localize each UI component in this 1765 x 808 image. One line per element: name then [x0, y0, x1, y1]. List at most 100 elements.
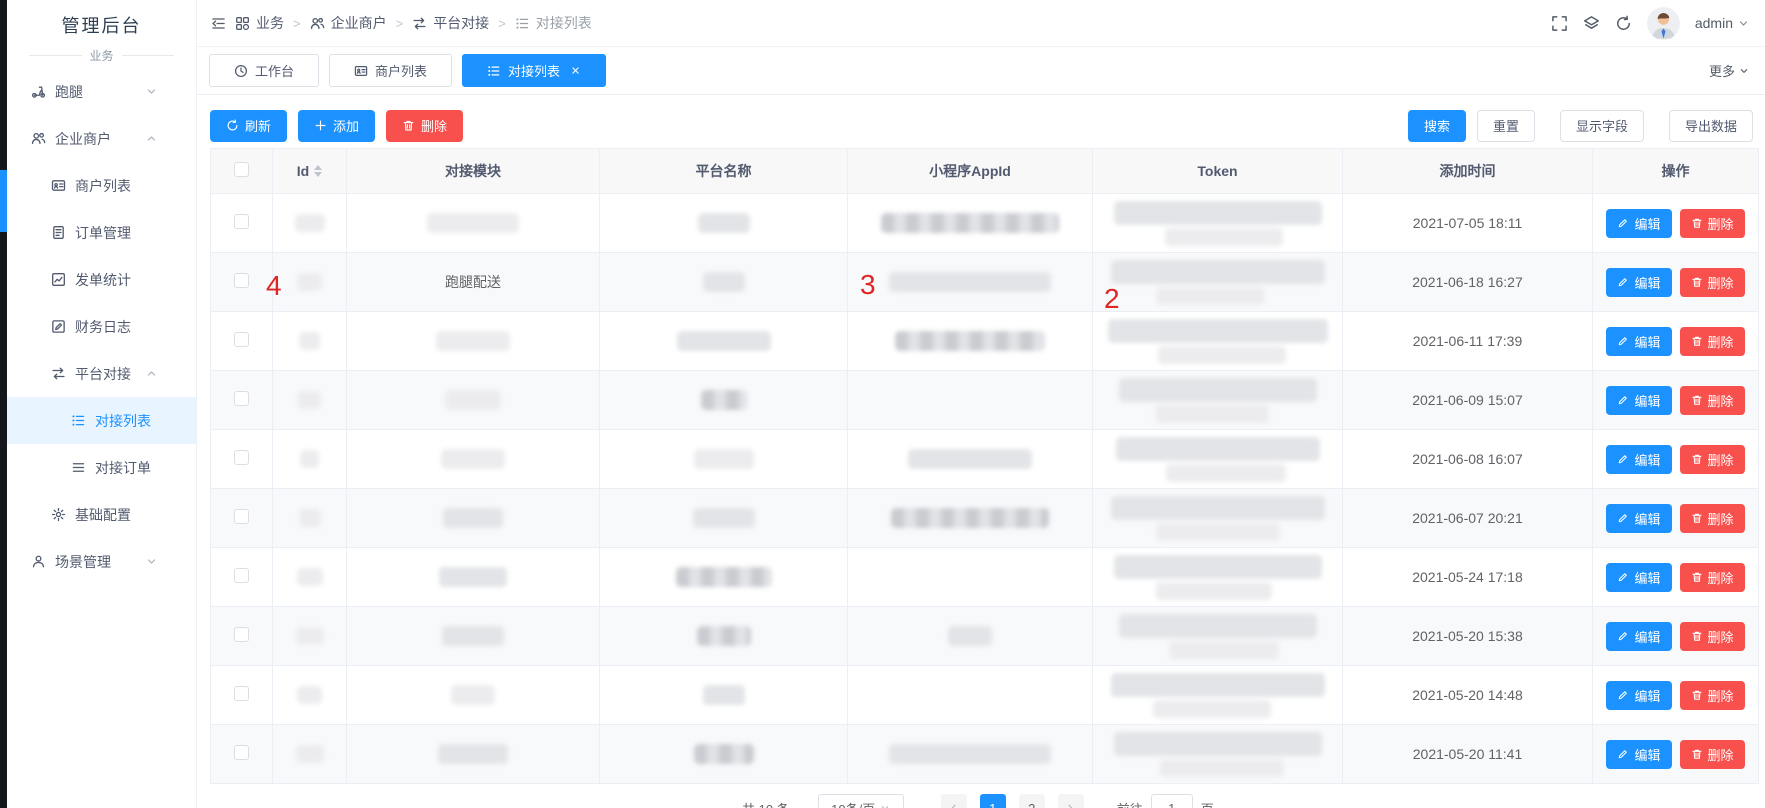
row-checkbox[interactable]	[234, 450, 249, 465]
tab-3[interactable]: 对接列表	[462, 54, 606, 87]
row-actions-cell: 编辑删除	[1593, 430, 1759, 489]
redacted-content	[1111, 496, 1325, 520]
row-delete-button[interactable]: 删除	[1680, 563, 1745, 592]
page-button-2[interactable]: 2	[1019, 794, 1045, 808]
row-edit-button[interactable]: 编辑	[1606, 563, 1671, 592]
tab-1[interactable]: 工作台	[209, 54, 319, 87]
fullscreen-icon[interactable]	[1551, 15, 1568, 32]
row-delete-button[interactable]: 删除	[1680, 504, 1745, 533]
row-checkbox[interactable]	[234, 273, 249, 288]
row-checkbox[interactable]	[234, 391, 249, 406]
chevron-up-icon	[146, 368, 157, 379]
redacted-content	[1111, 673, 1325, 697]
row-edit-button[interactable]: 编辑	[1606, 504, 1671, 533]
redacted-content	[443, 508, 503, 528]
goto-page-input[interactable]	[1151, 794, 1193, 808]
row-checkbox[interactable]	[234, 627, 249, 642]
delete-button[interactable]: 删除	[386, 110, 463, 142]
add-button[interactable]: 添加	[298, 110, 375, 142]
row-edit-button[interactable]: 编辑	[1606, 268, 1671, 297]
reload-icon[interactable]	[1615, 15, 1632, 32]
redacted-content	[1114, 732, 1322, 756]
next-page-button[interactable]	[1058, 794, 1084, 808]
select-all-checkbox[interactable]	[234, 162, 249, 177]
sidebar-item-label: 对接订单	[95, 458, 151, 478]
sidebar-item-3[interactable]: 商户列表	[7, 162, 196, 209]
row-added-time: 2021-05-20 11:41	[1413, 746, 1523, 762]
row-added-time-cell: 2021-06-09 15:07	[1343, 371, 1593, 430]
row-delete-button[interactable]: 删除	[1680, 445, 1745, 474]
sidebar: 管理后台 业务 跑腿企业商户商户列表订单管理发单统计财务日志平台对接对接列表对接…	[7, 0, 197, 808]
chevron-up-icon	[146, 133, 157, 144]
row-token-cell	[1093, 548, 1343, 607]
breadcrumb-item[interactable]: 平台对接	[412, 13, 489, 33]
row-added-time: 2021-07-05 18:11	[1413, 215, 1523, 231]
row-checkbox[interactable]	[234, 214, 249, 229]
edit-icon	[1617, 571, 1629, 583]
export-button[interactable]: 导出数据	[1669, 110, 1753, 142]
sidebar-item-8[interactable]: 对接列表	[7, 397, 196, 444]
row-delete-button[interactable]: 删除	[1680, 268, 1745, 297]
sidebar-item-7[interactable]: 平台对接	[7, 350, 196, 397]
sort-caret-icon[interactable]	[314, 165, 322, 177]
sidebar-item-label: 场景管理	[55, 552, 111, 572]
redacted-content	[300, 450, 319, 468]
row-added-time: 2021-05-20 15:38	[1412, 628, 1523, 644]
menu-fold-icon[interactable]	[211, 16, 226, 31]
row-token-cell	[1093, 194, 1343, 253]
row-edit-button[interactable]: 编辑	[1606, 622, 1671, 651]
breadcrumb-item[interactable]: 业务	[235, 13, 284, 33]
breadcrumb-separator: >	[498, 16, 506, 31]
sidebar-item-10[interactable]: 基础配置	[7, 491, 196, 538]
sidebar-item-5[interactable]: 发单统计	[7, 256, 196, 303]
close-icon[interactable]	[570, 65, 581, 76]
sidebar-item-6[interactable]: 财务日志	[7, 303, 196, 350]
row-checkbox[interactable]	[234, 332, 249, 347]
sidebar-item-11[interactable]: 场景管理	[7, 538, 196, 585]
prev-page-button[interactable]	[941, 794, 967, 808]
redacted-content	[445, 390, 501, 410]
theme-icon[interactable]	[1583, 15, 1600, 32]
refresh-button[interactable]: 刷新	[210, 110, 287, 142]
row-delete-button[interactable]: 删除	[1680, 386, 1745, 415]
row-delete-button[interactable]: 删除	[1680, 740, 1745, 769]
avatar[interactable]	[1647, 7, 1680, 40]
row-delete-button[interactable]: 删除	[1680, 622, 1745, 651]
row-delete-button[interactable]: 删除	[1680, 209, 1745, 238]
breadcrumb-item[interactable]: 企业商户	[310, 13, 387, 33]
row-checkbox[interactable]	[234, 745, 249, 760]
row-checkbox[interactable]	[234, 568, 249, 583]
user-menu[interactable]: admin	[1695, 15, 1749, 31]
row-actions-cell: 编辑删除	[1593, 607, 1759, 666]
redacted-content	[442, 626, 504, 646]
row-edit-button[interactable]: 编辑	[1606, 681, 1671, 710]
row-edit-button[interactable]: 编辑	[1606, 740, 1671, 769]
sidebar-item-label: 跑腿	[55, 82, 83, 102]
row-edit-button[interactable]: 编辑	[1606, 209, 1671, 238]
page-button-1[interactable]: 1	[980, 794, 1006, 808]
row-added-time-cell: 2021-05-20 11:41	[1343, 725, 1593, 784]
sidebar-item-1[interactable]: 跑腿	[7, 68, 196, 115]
more-dropdown[interactable]: 更多	[1709, 61, 1749, 80]
row-edit-button[interactable]: 编辑	[1606, 445, 1671, 474]
row-delete-button[interactable]: 删除	[1680, 327, 1745, 356]
redacted-content	[438, 744, 508, 764]
search-button[interactable]: 搜索	[1408, 110, 1466, 142]
row-checkbox[interactable]	[234, 686, 249, 701]
redacted-token	[1094, 673, 1341, 718]
row-module-cell	[347, 312, 600, 371]
row-edit-button[interactable]: 编辑	[1606, 386, 1671, 415]
table-row: 2021-06-08 16:07编辑删除	[211, 430, 1759, 489]
sidebar-item-9[interactable]: 对接订单	[7, 444, 196, 491]
show-fields-button[interactable]: 显示字段	[1560, 110, 1644, 142]
row-checkbox[interactable]	[234, 509, 249, 524]
row-edit-button[interactable]: 编辑	[1606, 327, 1671, 356]
row-token-cell	[1093, 725, 1343, 784]
tab-2[interactable]: 商户列表	[329, 54, 452, 87]
edit-icon	[1617, 335, 1629, 347]
sidebar-item-4[interactable]: 订单管理	[7, 209, 196, 256]
row-delete-button[interactable]: 删除	[1680, 681, 1745, 710]
reset-button[interactable]: 重置	[1477, 110, 1535, 142]
sidebar-item-2[interactable]: 企业商户	[7, 115, 196, 162]
page-size-select[interactable]: 10条/页	[818, 794, 904, 808]
